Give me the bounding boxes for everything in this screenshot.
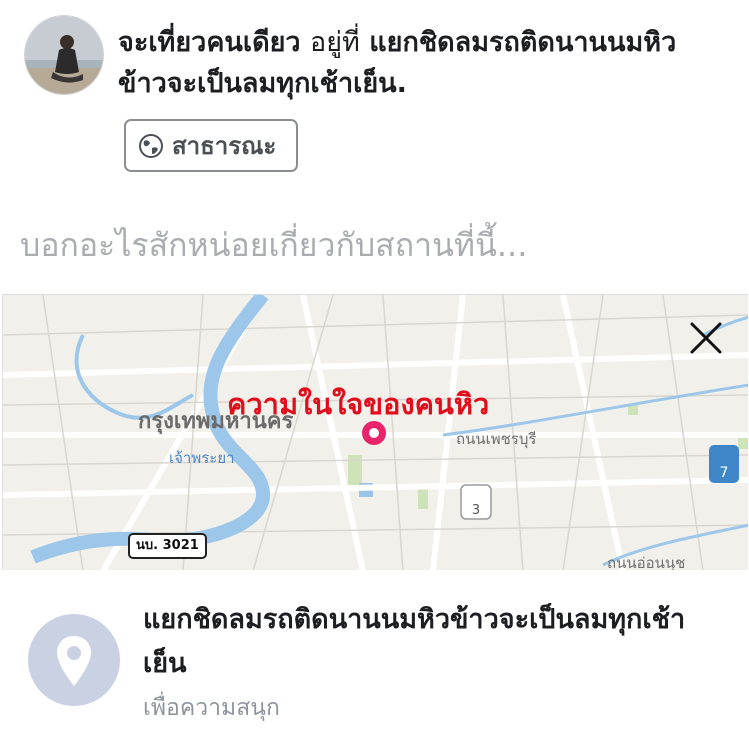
place-name[interactable]: แยกชิดลมรถติดนานนมหิวข้าวจะเป็นลมทุกเช้า… (143, 598, 703, 686)
map-caption: ความในใจของคนหิว (227, 387, 490, 421)
location-pin-icon (57, 636, 91, 686)
map-canvas: 3 7 (3, 295, 748, 570)
avatar-photo (25, 16, 103, 94)
place-comment-input[interactable] (20, 218, 720, 272)
route-badge: นบ. 3021 (128, 533, 207, 559)
status-main: จะเที่ยวคนเดียว (118, 27, 301, 58)
map-road-label-2: ถนนอ่อนนุช (607, 554, 686, 570)
privacy-label: สาธารณะ (172, 132, 277, 160)
globe-icon (139, 133, 163, 158)
map-river-label: เจ้าพระยา (169, 449, 235, 467)
close-icon (690, 322, 722, 354)
place-pin-badge (28, 614, 120, 706)
close-map-button[interactable] (686, 318, 726, 358)
status-at: อยู่ที่ (310, 27, 360, 58)
map-preview[interactable]: 3 7 กรุงเทพมหานคร เจ้าพระยา ถนนเพชรบุรี … (2, 294, 748, 570)
place-category: เพื่อความสนุก (143, 695, 280, 721)
status-text: จะเที่ยวคนเดียว อยู่ที่ แยกชิดลมรถติดนาน… (118, 22, 718, 104)
svg-text:7: 7 (720, 465, 729, 481)
privacy-selector-button[interactable]: สาธารณะ (124, 119, 298, 172)
map-road-label: ถนนเพชรบุรี (456, 430, 537, 448)
svg-text:3: 3 (472, 503, 480, 518)
avatar[interactable] (24, 15, 104, 95)
